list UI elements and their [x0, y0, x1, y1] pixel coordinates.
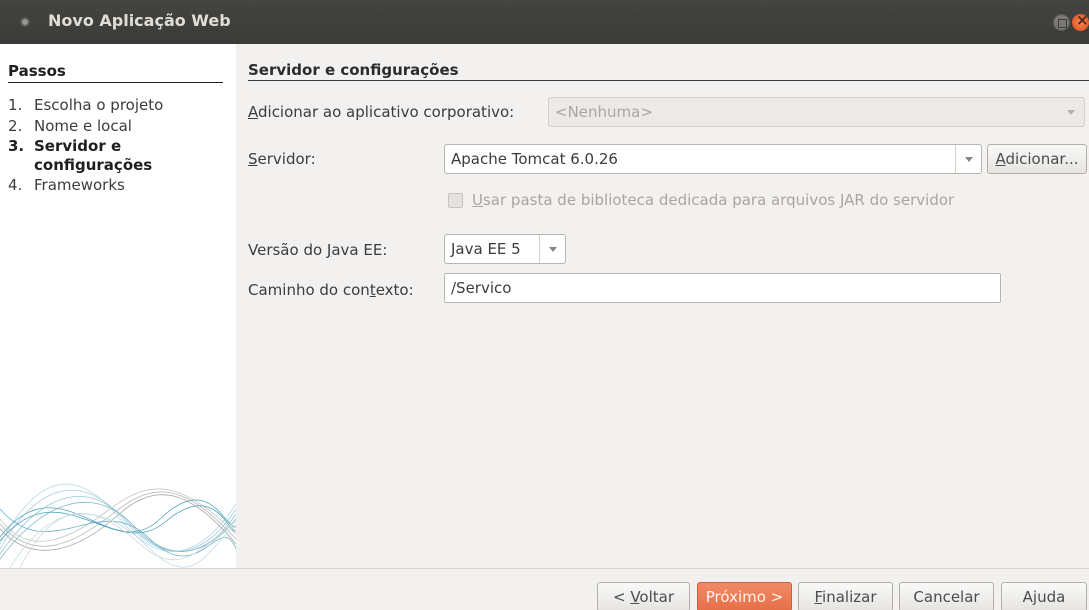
- chevron-down-icon[interactable]: [955, 145, 981, 173]
- window-title: Novo Aplicação Web: [48, 11, 231, 30]
- footer-divider: [0, 568, 1089, 569]
- step-number: 2.: [8, 117, 23, 135]
- java-ee-value: Java EE 5: [451, 240, 521, 258]
- dedicated-lib-label: Usar pasta de biblioteca dedicada para a…: [472, 191, 955, 209]
- step-number: 3.: [8, 137, 25, 155]
- chevron-down-icon[interactable]: [539, 235, 565, 263]
- step-item: 4. Frameworks: [8, 175, 228, 196]
- step-label: Escolha o projeto: [34, 96, 164, 114]
- cancel-button[interactable]: Cancelar: [899, 582, 994, 610]
- enterprise-app-label: Adicionar ao aplicativo corporativo:: [248, 103, 515, 121]
- steps-heading: Passos: [8, 62, 66, 80]
- enterprise-app-combo[interactable]: <Nenhuma>: [548, 97, 1085, 127]
- java-ee-label: Versão do Java EE:: [248, 241, 388, 259]
- context-path-label: Caminho do contexto:: [248, 281, 414, 299]
- step-number: 4.: [8, 176, 23, 194]
- server-combo[interactable]: Apache Tomcat 6.0.26: [444, 144, 982, 174]
- add-server-button[interactable]: Adicionar...: [987, 144, 1087, 174]
- steps-panel: Passos 1. Escolha o projeto 2. Nome e lo…: [0, 44, 236, 568]
- close-icon[interactable]: [1072, 11, 1089, 31]
- chevron-down-icon: [1058, 98, 1084, 126]
- step-number: 1.: [8, 96, 23, 114]
- finish-button[interactable]: Finalizar: [798, 582, 893, 610]
- step-label: Frameworks: [34, 176, 125, 194]
- step-item-current: 3. Servidor e configurações: [8, 137, 228, 175]
- step-label: Servidor e configurações: [34, 137, 153, 174]
- steps-list: 1. Escolha o projeto 2. Nome e local 3. …: [8, 95, 228, 196]
- steps-divider: [8, 82, 223, 83]
- step-label: Nome e local: [34, 117, 132, 135]
- panel-title-divider: [248, 80, 1089, 81]
- server-value: Apache Tomcat 6.0.26: [451, 150, 618, 168]
- dedicated-lib-checkbox[interactable]: [448, 193, 463, 208]
- server-label: Servidor:: [248, 150, 316, 168]
- enterprise-app-value: <Nenhuma>: [555, 103, 653, 121]
- back-button[interactable]: < Voltar: [597, 582, 690, 610]
- help-button[interactable]: Ajuda: [1001, 582, 1087, 610]
- context-path-value: /Servico: [451, 279, 512, 297]
- java-ee-combo[interactable]: Java EE 5: [444, 234, 566, 264]
- next-button[interactable]: Próximo >: [697, 582, 792, 610]
- step-item: 1. Escolha o projeto: [8, 95, 228, 116]
- window-titlebar: Novo Aplicação Web: [0, 0, 1089, 44]
- context-path-input[interactable]: /Servico: [444, 273, 1001, 303]
- window-menu-icon[interactable]: [20, 17, 30, 27]
- step-item: 2. Nome e local: [8, 116, 228, 137]
- panel-title: Servidor e configurações: [248, 61, 459, 79]
- maximize-icon[interactable]: [1053, 14, 1070, 31]
- wave-decoration: [0, 483, 236, 568]
